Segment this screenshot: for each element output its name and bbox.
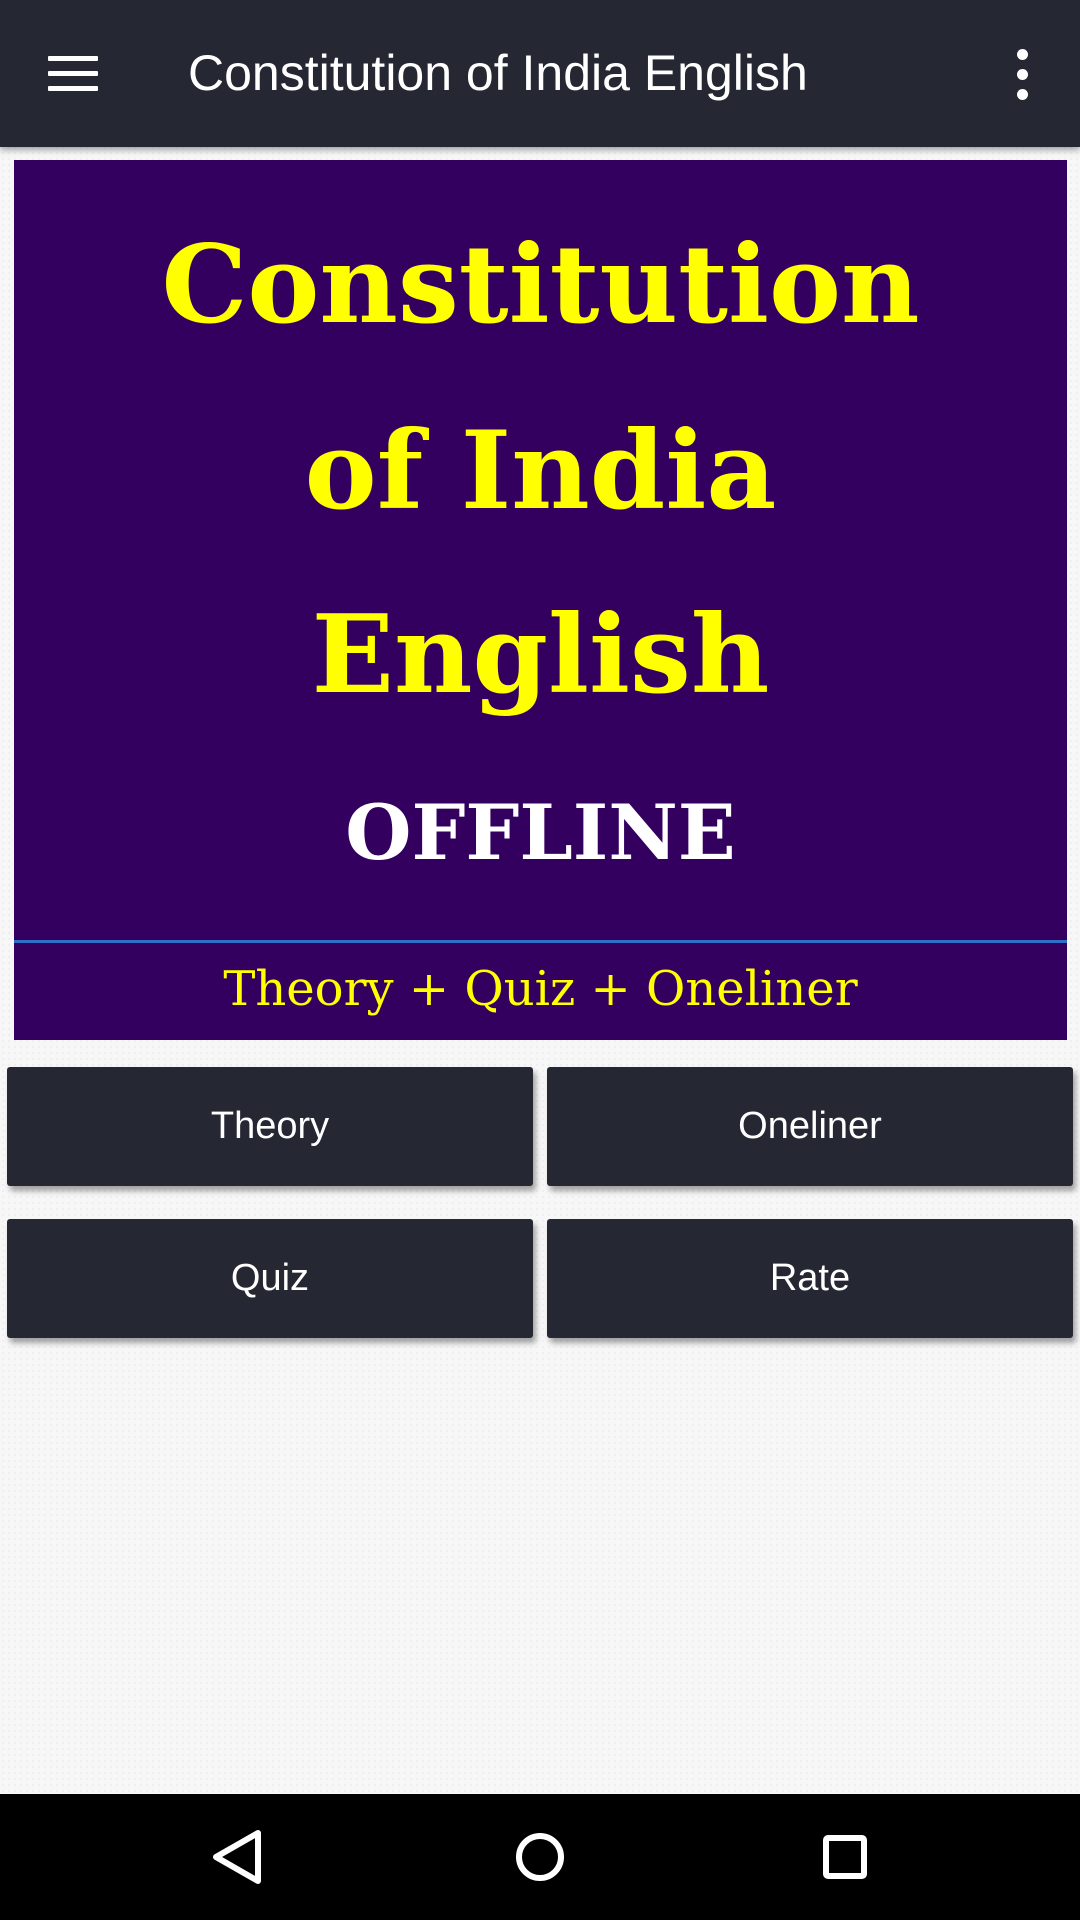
back-icon[interactable] [192, 1812, 282, 1902]
menu-icon-bar [48, 85, 98, 91]
quiz-button[interactable]: Quiz [7, 1219, 533, 1338]
oneliner-button[interactable]: Oneliner [547, 1067, 1073, 1186]
more-options-dot [1016, 68, 1028, 80]
home-icon[interactable] [495, 1812, 585, 1902]
app-banner-image: Constitution of India English OFFLINE Th… [14, 160, 1067, 1040]
banner-title-line-1: Constitution [161, 222, 920, 348]
toolbar-title: Constitution of India English [188, 45, 808, 101]
banner-title-line-2: of India [304, 408, 777, 534]
recent-apps-icon[interactable] [800, 1812, 890, 1902]
banner-offline-label: OFFLINE [345, 788, 736, 877]
menu-icon-bar [48, 55, 98, 61]
banner-divider [14, 940, 1067, 943]
menu-icon[interactable] [32, 36, 114, 110]
more-options-dot [1016, 48, 1028, 60]
theory-button[interactable]: Theory [7, 1067, 533, 1186]
rate-button[interactable]: Rate [547, 1219, 1073, 1338]
banner-title-line-3: English [311, 592, 770, 718]
app-toolbar: Constitution of India English [0, 0, 1080, 147]
system-navigation-bar [0, 1794, 1080, 1920]
menu-icon-bar [48, 70, 98, 76]
banner-subtitle: Theory + Quiz + Oneliner [223, 961, 858, 1017]
more-options-icon[interactable] [992, 40, 1052, 108]
more-options-dot [1016, 88, 1028, 100]
